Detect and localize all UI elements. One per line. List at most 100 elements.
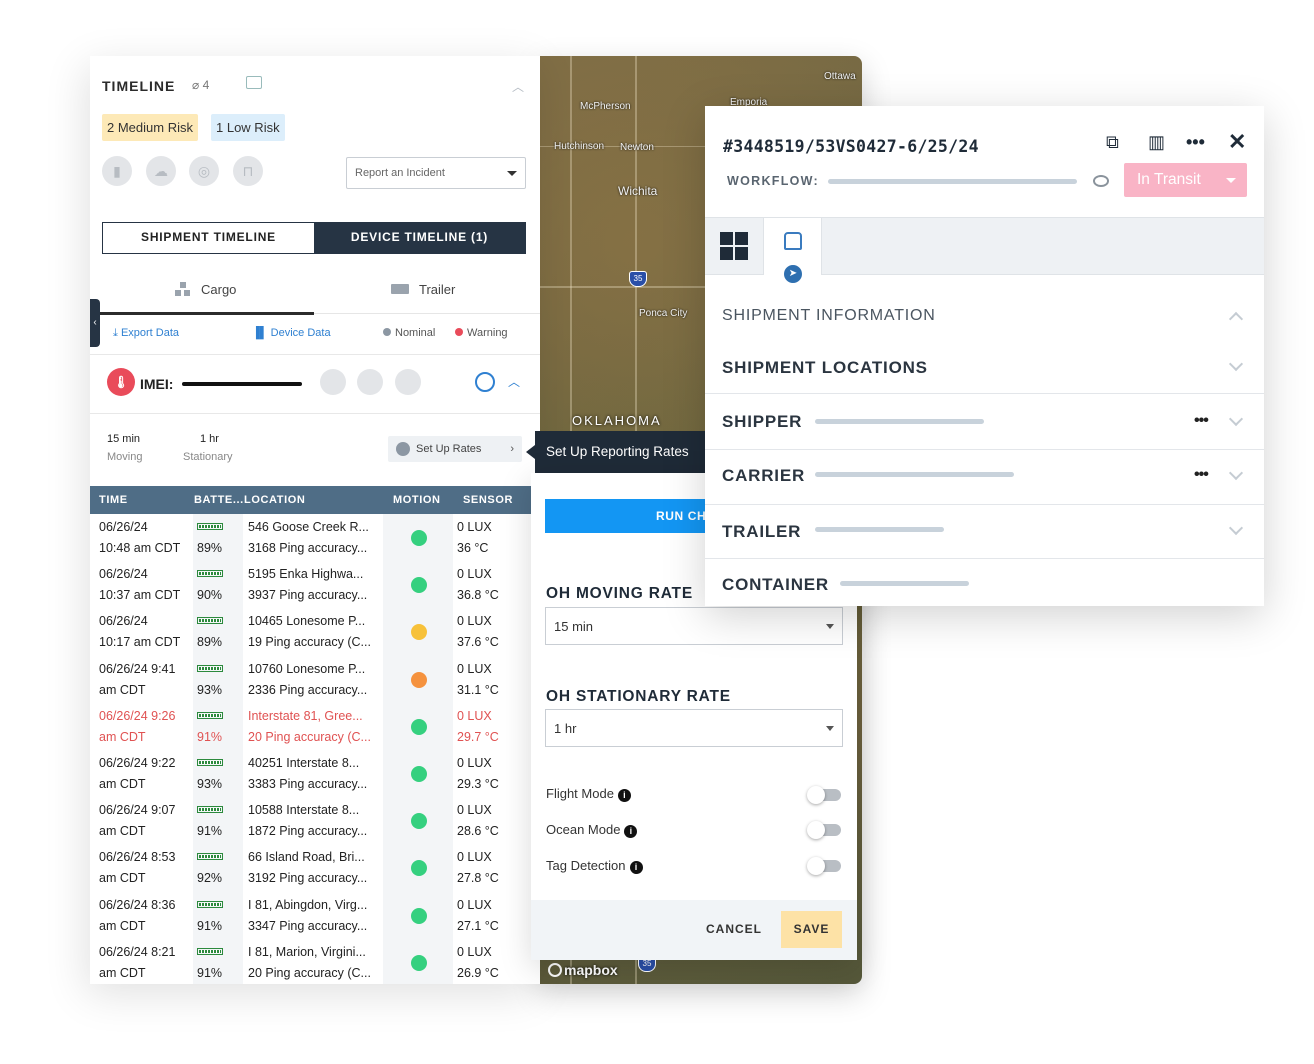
- col-location[interactable]: LOCATION: [244, 494, 305, 506]
- row-light: 0 LUX: [457, 614, 492, 629]
- info-icon[interactable]: i: [624, 825, 638, 838]
- map-city-label: Ottawa: [824, 71, 856, 82]
- table-row[interactable]: 06/26/24 8:36 am CDT 91% I 81, Abingdon, Vi…: [90, 892, 540, 939]
- run-check-button[interactable]: RUN CH: [545, 499, 725, 533]
- device-icon[interactable]: ▮: [102, 156, 132, 186]
- history-icon[interactable]: [475, 372, 495, 392]
- table-row[interactable]: 06/26/24 9:07 am CDT 91% 10588 Interstate 8…: [90, 797, 540, 844]
- detail-tabbar: ➤: [705, 217, 1264, 285]
- table-row[interactable]: 06/26/24 9:26 am CDT 91% Interstate 81, Gre…: [90, 703, 540, 750]
- map-city-label: McPherson: [580, 101, 631, 112]
- set-up-rates-button[interactable]: Set Up Rates ›: [388, 436, 522, 462]
- row-accuracy: 3383 Ping accuracy...: [248, 776, 368, 791]
- cloud-upload-icon[interactable]: ☁: [146, 156, 176, 186]
- sensor-icon[interactable]: ◎: [189, 156, 219, 186]
- section-shipper[interactable]: SHIPPER •••: [705, 394, 1264, 450]
- row-time-date: 06/26/24: [99, 520, 148, 534]
- lock-icon[interactable]: ⊓: [233, 156, 263, 186]
- more-icon[interactable]: •••: [1194, 412, 1209, 430]
- map-state-label: OKLAHOMA: [572, 413, 662, 428]
- table-row[interactable]: 06/26/24 8:53 am CDT 92% 66 Island Road, Br…: [90, 844, 540, 891]
- row-battery: 91%: [197, 965, 223, 980]
- section-label: SHIPMENT LOCATIONS: [722, 358, 928, 377]
- stationary-rate-value: 1 hr: [200, 433, 219, 445]
- table-row[interactable]: 06/26/24 9:22 am CDT 93% 40251 Interstate 8…: [90, 750, 540, 797]
- device-data-link[interactable]: ▐▌ Device Data: [252, 327, 331, 339]
- section-container[interactable]: CONTAINER: [705, 559, 1264, 606]
- battery-icon: [197, 942, 223, 963]
- stationary-rate-select[interactable]: 1 hr: [545, 709, 843, 747]
- chevron-down-icon[interactable]: [1228, 411, 1244, 427]
- report-icon[interactable]: ▥: [1148, 132, 1165, 153]
- table-row[interactable]: 06/26/24 8:21 am CDT 91% I 81, Marion, Virg…: [90, 939, 540, 984]
- info-icon[interactable]: i: [629, 861, 643, 874]
- section-carrier[interactable]: CARRIER •••: [705, 450, 1264, 505]
- battery-icon: [197, 611, 223, 632]
- collapse-sidebar-button[interactable]: ‹: [90, 299, 100, 347]
- battery-icon: [197, 847, 223, 868]
- moving-rate-select[interactable]: 15 min: [545, 607, 843, 645]
- chevron-right-icon: ›: [510, 443, 514, 455]
- section-trailer[interactable]: TRAILER: [705, 505, 1264, 559]
- ocean-mode-toggle[interactable]: [807, 821, 841, 839]
- battery-icon[interactable]: [320, 369, 346, 395]
- col-battery[interactable]: BATTE...: [194, 494, 244, 506]
- row-time-date: 06/26/24 9:26: [99, 708, 176, 723]
- row-battery: 93%: [197, 776, 223, 791]
- plane-icon[interactable]: [395, 369, 421, 395]
- tab-shipment-timeline[interactable]: SHIPMENT TIMELINE: [103, 223, 314, 253]
- row-temperature: 36 °C: [457, 541, 489, 555]
- row-accuracy: 3347 Ping accuracy...: [248, 918, 368, 933]
- tab-transport[interactable]: ➤: [763, 218, 822, 285]
- close-icon[interactable]: ✕: [1228, 129, 1246, 155]
- motion-status-dot: [411, 530, 427, 546]
- more-icon[interactable]: •••: [1186, 132, 1205, 153]
- mapbox-attribution[interactable]: mapbox: [548, 962, 618, 978]
- tab-device-timeline[interactable]: DEVICE TIMELINE (1): [314, 223, 525, 253]
- chevron-up-icon[interactable]: ︿: [508, 373, 520, 390]
- attachments-button[interactable]: ⌀ 4: [192, 78, 209, 92]
- stationary-rate-heading: OH STATIONARY RATE: [546, 688, 731, 705]
- tooltip-arrow: [526, 445, 535, 459]
- section-shipment-locations[interactable]: SHIPMENT LOCATIONS: [705, 342, 1264, 394]
- report-incident-select[interactable]: Report an Incident: [346, 157, 526, 189]
- chevron-down-icon[interactable]: [1228, 465, 1244, 481]
- chevron-down-icon[interactable]: [1228, 520, 1244, 536]
- section-shipment-information[interactable]: SHIPMENT INFORMATION: [705, 276, 1264, 328]
- col-time[interactable]: TIME: [99, 494, 128, 506]
- eye-icon[interactable]: [1093, 175, 1109, 187]
- info-icon[interactable]: i: [617, 789, 631, 802]
- row-temperature: 29.7 °C: [457, 729, 499, 744]
- chevron-down-icon[interactable]: [1228, 356, 1244, 372]
- tab-cargo[interactable]: Cargo: [175, 282, 236, 297]
- save-button[interactable]: SAVE: [781, 911, 842, 948]
- comment-icon[interactable]: [246, 76, 262, 89]
- tag-detection-toggle[interactable]: [807, 857, 841, 875]
- export-data-link[interactable]: ⤓ Export Data: [113, 327, 179, 340]
- more-icon[interactable]: •••: [1194, 466, 1209, 484]
- table-header: TIME BATTE... LOCATION MOTION SENSOR: [90, 486, 540, 514]
- flight-mode-label: Flight Mode i: [546, 786, 631, 802]
- chevron-up-icon[interactable]: ︿: [512, 78, 524, 95]
- low-risk-badge[interactable]: 1 Low Risk: [211, 114, 285, 141]
- tab-overview[interactable]: [705, 218, 763, 274]
- tag-detection-label: Tag Detection i: [546, 858, 643, 874]
- cancel-button[interactable]: CANCEL: [706, 922, 762, 936]
- col-sensor[interactable]: SENSOR: [463, 494, 513, 506]
- table-row[interactable]: 06/26/24 10:17 am CDT 89% 10465 Lonesome P.…: [90, 608, 540, 655]
- tab-trailer[interactable]: Trailer: [391, 282, 455, 297]
- col-motion[interactable]: MOTION: [393, 494, 441, 506]
- row-time-date: 06/26/24 8:36: [99, 897, 176, 912]
- rates-footer: CANCEL SAVE: [531, 900, 857, 960]
- medium-risk-badge[interactable]: 2 Medium Risk: [102, 114, 198, 141]
- flight-mode-toggle[interactable]: [807, 786, 841, 804]
- motion-status-dot: [411, 718, 427, 735]
- paperclip-icon: ⌀: [192, 78, 200, 92]
- table-row[interactable]: 06/26/24 10:48 am CDT 89% 546 Goose Creek R…: [90, 514, 540, 561]
- table-row[interactable]: 06/26/24 10:37 am CDT 90% 5195 Enka Highwa.…: [90, 561, 540, 608]
- chevron-up-icon[interactable]: [1228, 311, 1244, 327]
- status-dropdown[interactable]: In Transit: [1124, 163, 1247, 197]
- external-link-icon[interactable]: ⧉: [1106, 132, 1119, 153]
- table-row[interactable]: 06/26/24 9:41 am CDT 93% 10760 Lonesome P..…: [90, 656, 540, 703]
- ship-icon[interactable]: [357, 369, 383, 395]
